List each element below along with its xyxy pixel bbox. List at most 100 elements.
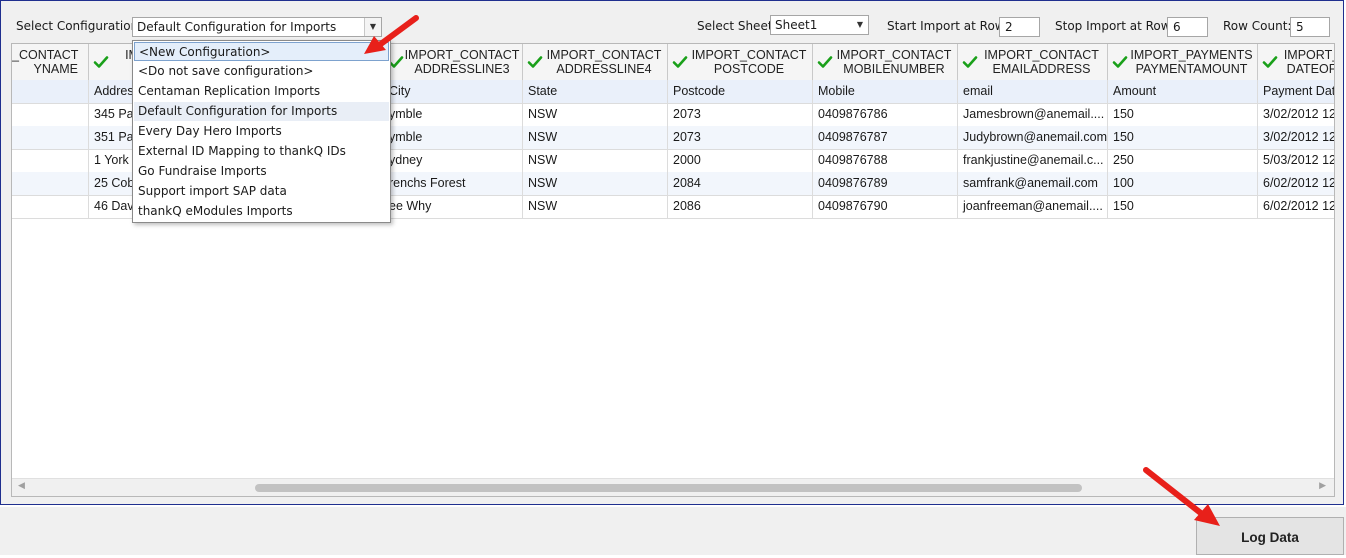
table-cell[interactable]: 150 bbox=[1108, 126, 1258, 149]
table-cell[interactable]: 250 bbox=[1108, 149, 1258, 172]
table-cell[interactable] bbox=[12, 172, 89, 195]
table-cell[interactable]: ymble bbox=[384, 126, 523, 149]
column-header[interactable]: _CONTACT YNAME bbox=[12, 44, 89, 80]
stop-row-label: Stop Import at Row: bbox=[1055, 19, 1174, 33]
checkmark-icon bbox=[962, 56, 978, 68]
start-row-input[interactable]: 2 bbox=[999, 17, 1040, 37]
table-cell[interactable]: 0409876790 bbox=[813, 195, 958, 218]
column-header-label: IMPORT_CONTACT bbox=[691, 48, 807, 62]
table-cell[interactable]: 0409876787 bbox=[813, 126, 958, 149]
checkmark-icon bbox=[93, 56, 109, 68]
checkmark-icon bbox=[527, 56, 543, 68]
column-header[interactable]: IMPORT_ DATEOF bbox=[1258, 44, 1334, 80]
table-cell[interactable] bbox=[12, 80, 89, 103]
scroll-right-icon[interactable]: ▶ bbox=[1319, 481, 1326, 491]
column-header[interactable]: IMPORT_CONTACT MOBILENUMBER bbox=[813, 44, 958, 80]
table-cell[interactable] bbox=[12, 195, 89, 218]
table-cell[interactable]: City bbox=[384, 80, 523, 103]
table-cell[interactable]: Payment Date bbox=[1258, 80, 1334, 103]
table-cell[interactable]: 100 bbox=[1108, 172, 1258, 195]
table-cell[interactable]: 3/02/2012 12 bbox=[1258, 103, 1334, 126]
table-cell[interactable]: State bbox=[523, 80, 668, 103]
column-header[interactable]: IMPORT_CONTACT ADDRESSLINE4 bbox=[523, 44, 668, 80]
checkmark-icon bbox=[1262, 56, 1278, 68]
table-cell[interactable]: ydney bbox=[384, 149, 523, 172]
annotation-arrow-icon bbox=[1143, 467, 1220, 526]
table-cell[interactable]: joanfreeman@anemail.... bbox=[958, 195, 1108, 218]
table-cell[interactable]: 150 bbox=[1108, 195, 1258, 218]
table-cell[interactable]: Mobile bbox=[813, 80, 958, 103]
table-cell[interactable]: email bbox=[958, 80, 1108, 103]
table-cell[interactable]: ee Why bbox=[384, 195, 523, 218]
dropdown-item-new-configuration[interactable]: <New Configuration> bbox=[134, 42, 389, 61]
select-sheet-label: Select Sheet bbox=[697, 19, 773, 33]
sheet-value: Sheet1 bbox=[775, 18, 818, 32]
table-cell[interactable]: NSW bbox=[523, 149, 668, 172]
table-cell[interactable] bbox=[12, 103, 89, 126]
table-cell[interactable]: 2086 bbox=[668, 195, 813, 218]
column-header-sublabel: ADDRESSLINE3 bbox=[414, 62, 510, 76]
checkmark-icon bbox=[1112, 56, 1128, 68]
checkmark-icon bbox=[672, 56, 688, 68]
row-count-label: Row Count: bbox=[1223, 19, 1292, 33]
table-cell[interactable]: renchs Forest bbox=[384, 172, 523, 195]
horizontal-scrollbar[interactable]: ◀ ▶ bbox=[12, 478, 1334, 496]
table-cell[interactable]: 6/02/2012 12 bbox=[1258, 172, 1334, 195]
chevron-down-icon[interactable]: ▼ bbox=[852, 16, 868, 34]
table-cell[interactable]: NSW bbox=[523, 103, 668, 126]
table-cell[interactable]: ymble bbox=[384, 103, 523, 126]
table-cell[interactable]: Jamesbrown@anemail.... bbox=[958, 103, 1108, 126]
table-cell[interactable]: 0409876788 bbox=[813, 149, 958, 172]
dropdown-item-default-configuration[interactable]: Default Configuration for Imports bbox=[134, 102, 389, 121]
column-header-sublabel: YNAME bbox=[33, 62, 78, 76]
table-cell[interactable]: 0409876786 bbox=[813, 103, 958, 126]
table-cell[interactable]: 3/02/2012 12 bbox=[1258, 126, 1334, 149]
table-cell[interactable]: NSW bbox=[523, 126, 668, 149]
column-header-label: IMPORT_CONTACT bbox=[546, 48, 662, 62]
column-header-label: IMPORT_CONTACT bbox=[836, 48, 952, 62]
column-header-label: IMPORT_CONTACT bbox=[984, 48, 1099, 62]
column-header-sublabel: PAYMENTAMOUNT bbox=[1135, 62, 1248, 76]
table-cell[interactable]: NSW bbox=[523, 195, 668, 218]
table-cell[interactable]: 2073 bbox=[668, 103, 813, 126]
configuration-value: Default Configuration for Imports bbox=[137, 20, 337, 34]
scrollbar-thumb[interactable] bbox=[255, 484, 1082, 492]
column-header-label: IMPORT_PAYMENTS bbox=[1130, 48, 1253, 62]
dropdown-item-every-day-hero[interactable]: Every Day Hero Imports bbox=[134, 122, 389, 141]
scroll-left-icon[interactable]: ◀ bbox=[18, 481, 25, 491]
dropdown-item-support-sap[interactable]: Support import SAP data bbox=[134, 182, 389, 201]
table-cell[interactable]: NSW bbox=[523, 172, 668, 195]
table-cell[interactable] bbox=[12, 126, 89, 149]
column-header-sublabel: MOBILENUMBER bbox=[843, 62, 945, 76]
table-cell[interactable]: 2073 bbox=[668, 126, 813, 149]
table-cell[interactable] bbox=[12, 149, 89, 172]
dropdown-item-centaman[interactable]: Centaman Replication Imports bbox=[134, 82, 389, 101]
table-cell[interactable]: Judybrown@anemail.com bbox=[958, 126, 1108, 149]
column-header[interactable]: IMPORT_CONTACT EMAILADDRESS bbox=[958, 44, 1108, 80]
column-header[interactable]: IMPORT_PAYMENTS PAYMENTAMOUNT bbox=[1108, 44, 1258, 80]
table-cell[interactable]: frankjustine@anemail.c... bbox=[958, 149, 1108, 172]
sheet-combo[interactable]: Sheet1 ▼ bbox=[770, 15, 869, 35]
table-cell[interactable]: samfrank@anemail.com bbox=[958, 172, 1108, 195]
dropdown-item-go-fundraise[interactable]: Go Fundraise Imports bbox=[134, 162, 389, 181]
start-row-label: Start Import at Row: bbox=[887, 19, 1008, 33]
column-header[interactable]: IMPORT_CONTACT POSTCODE bbox=[668, 44, 813, 80]
table-cell[interactable]: 5/03/2012 12 bbox=[1258, 149, 1334, 172]
stop-row-input[interactable]: 6 bbox=[1167, 17, 1208, 37]
configuration-dropdown-list: <New Configuration> <Do not save configu… bbox=[132, 40, 391, 223]
configuration-combo[interactable]: Default Configuration for Imports ▼ bbox=[132, 17, 382, 37]
dropdown-item-do-not-save[interactable]: <Do not save configuration> bbox=[134, 62, 389, 81]
table-cell[interactable]: 0409876789 bbox=[813, 172, 958, 195]
select-configuration-label: Select Configuration bbox=[16, 19, 139, 33]
row-count-input[interactable]: 5 bbox=[1290, 17, 1330, 37]
dropdown-item-thankq-emodules[interactable]: thankQ eModules Imports bbox=[134, 202, 389, 221]
table-cell[interactable]: 2084 bbox=[668, 172, 813, 195]
table-cell[interactable]: 6/02/2012 12 bbox=[1258, 195, 1334, 218]
table-cell[interactable]: Amount bbox=[1108, 80, 1258, 103]
table-cell[interactable]: 150 bbox=[1108, 103, 1258, 126]
column-header-sublabel: POSTCODE bbox=[713, 62, 785, 76]
table-cell[interactable]: Postcode bbox=[668, 80, 813, 103]
dropdown-item-external-id-mapping[interactable]: External ID Mapping to thankQ IDs bbox=[134, 142, 389, 161]
table-cell[interactable]: 2000 bbox=[668, 149, 813, 172]
column-header-label: _CONTACT bbox=[12, 48, 79, 62]
